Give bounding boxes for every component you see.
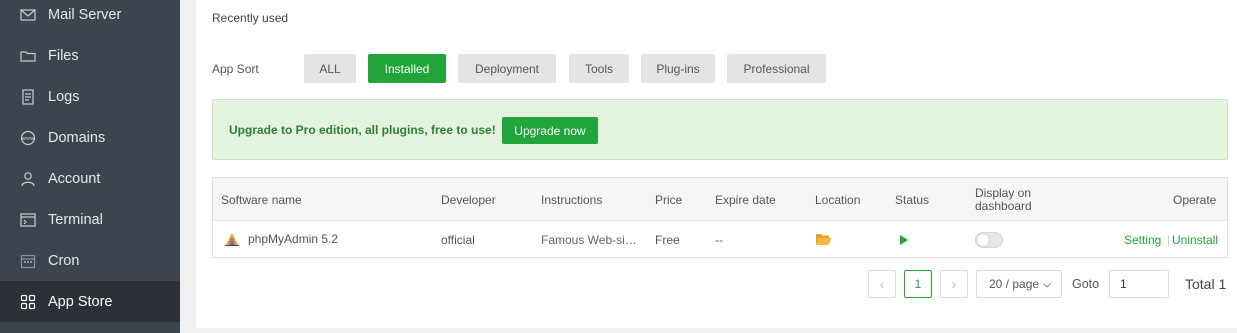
column-header-operate: Operate [1173,193,1217,207]
display-on-dashboard-toggle[interactable] [975,232,1003,248]
sort-professional-button[interactable]: Professional [727,54,826,83]
sort-installed-button[interactable]: Installed [368,54,446,83]
mail-icon [20,7,36,23]
app-sort-label: App Sort [212,62,259,76]
column-header-display-on-dashboard: Display on [975,186,1032,200]
sidebar: Mail Server Files Logs www Domains Accou… [0,0,180,333]
column-header-developer: Developer [441,193,496,207]
svg-text:www: www [22,136,34,142]
software-table: Software name Developer Instructions Pri… [212,177,1228,258]
chevron-down-icon [1042,279,1052,293]
column-header-location: Location [815,193,861,207]
status-running-icon[interactable] [899,233,909,251]
log-icon [20,88,36,105]
sidebar-item-label: Terminal [48,211,103,228]
sort-deployment-button[interactable]: Deployment [458,54,556,83]
goto-label: Goto [1072,277,1100,291]
user-icon [20,171,36,187]
setting-link[interactable]: Setting [1124,233,1161,247]
www-icon: www [20,130,36,146]
sidebar-item-cron[interactable]: Cron [0,240,180,281]
upgrade-banner-text: Upgrade to Pro edition, all plugins, fre… [229,123,496,137]
table-header: Software name Developer Instructions Pri… [213,178,1227,221]
goto-page-input[interactable] [1109,270,1169,298]
sidebar-item-label: Cron [48,252,80,269]
sort-tools-button[interactable]: Tools [569,54,629,83]
column-header-expire-date: Expire date [715,193,776,207]
terminal-icon [20,212,36,228]
chevron-right-icon: › [951,276,957,292]
sidebar-item-label: Domains [48,129,106,146]
folder-open-icon[interactable] [815,232,832,251]
upgrade-now-button[interactable]: Upgrade now [502,117,598,144]
software-name-cell[interactable]: phpMyAdmin 5.2 [248,232,338,246]
column-header-display-on-dashboard-line2: dashboard [975,199,1032,213]
sidebar-item-files[interactable]: Files [0,35,180,76]
page-number-button[interactable]: 1 [904,270,932,298]
sidebar-item-label: Account [48,170,101,187]
sidebar-item-label: Mail Server [48,6,122,23]
calendar-icon [20,253,36,269]
uninstall-link[interactable]: Uninstall [1172,233,1218,247]
sidebar-item-label: Logs [48,88,80,105]
sidebar-item-label: Files [48,47,79,64]
prev-page-button[interactable]: ‹ [868,270,896,298]
total-count: Total 1 [1185,276,1227,292]
page-size-value: 20 / page [989,277,1040,291]
grid-icon [20,294,36,310]
column-header-software-name[interactable]: Software name [221,193,302,207]
price-cell: Free [655,233,680,247]
column-header-price: Price [655,193,683,207]
chevron-left-icon: ‹ [879,276,885,292]
sidebar-item-label: App Store [48,293,113,310]
sidebar-item-domains[interactable]: www Domains [0,117,180,158]
toggle-knob [977,234,989,246]
sidebar-item-logs[interactable]: Logs [0,76,180,117]
sidebar-item-terminal[interactable]: Terminal [0,199,180,240]
sort-all-button[interactable]: ALL [304,54,356,83]
recently-used-label: Recently used [212,11,289,25]
sort-plugins-button[interactable]: Plug-ins [641,54,715,83]
sidebar-item-app-store[interactable]: App Store [0,281,180,322]
upgrade-banner: Upgrade to Pro edition, all plugins, fre… [212,99,1228,160]
column-header-instructions: Instructions [541,193,603,207]
developer-cell: official [441,233,475,247]
sidebar-item-mail-server[interactable]: Mail Server [0,0,180,35]
page-size-select[interactable]: 20 / page [976,270,1062,298]
phpmyadmin-icon [224,231,240,252]
sidebar-item-account[interactable]: Account [0,158,180,199]
column-header-status: Status [895,193,930,207]
expire-date-cell: -- [715,233,723,247]
instructions-cell: Famous Web-si… [541,233,637,247]
folder-icon [20,48,36,64]
next-page-button[interactable]: › [940,270,968,298]
operate-divider: | [1167,233,1171,247]
